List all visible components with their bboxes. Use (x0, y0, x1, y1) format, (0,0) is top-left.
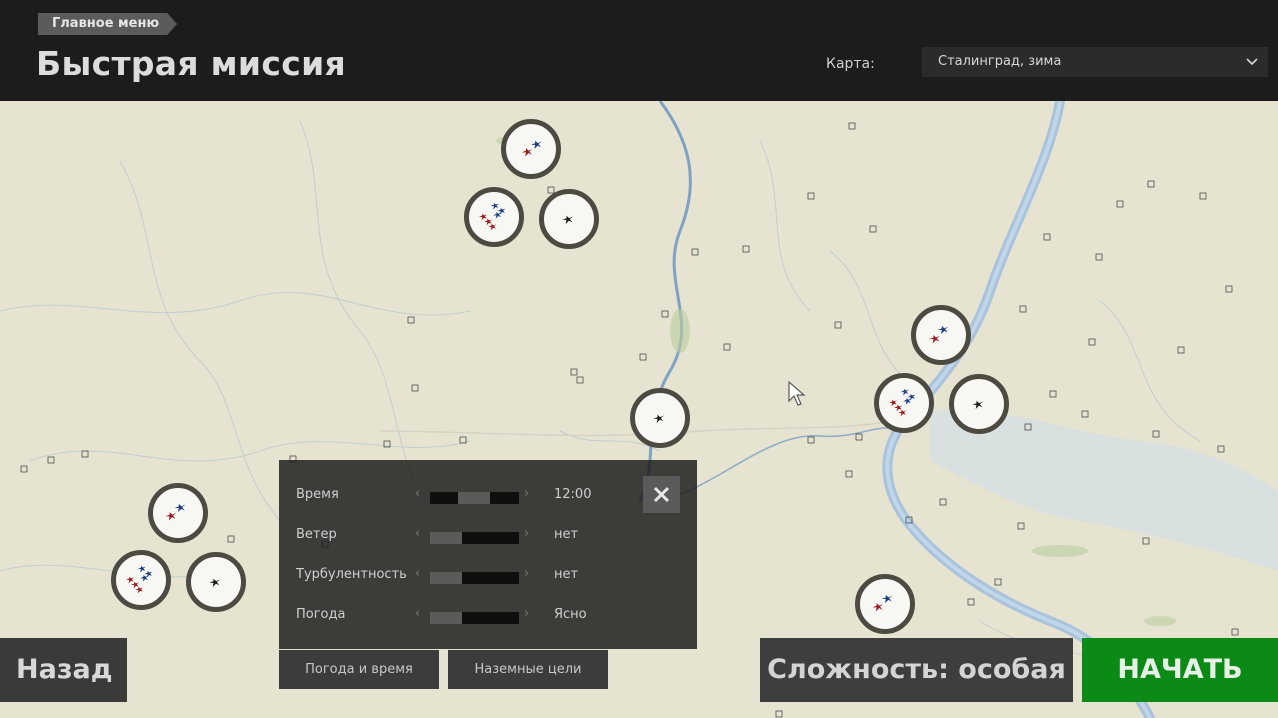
setting-label: Погода (296, 607, 346, 622)
setting-slider[interactable] (430, 572, 519, 584)
setting-row-wind: Ветер ‹ › нет (279, 521, 697, 551)
chevron-right-icon[interactable]: › (524, 526, 529, 541)
map-label: Карта: (826, 56, 875, 72)
setting-row-weather: Погода ‹ › Ясно (279, 601, 697, 631)
airfield-marker[interactable] (148, 483, 208, 543)
tab-ground-targets[interactable]: Наземные цели (448, 650, 608, 689)
difficulty-button[interactable]: Сложность: особая (760, 638, 1073, 702)
chevron-right-icon[interactable]: › (524, 566, 529, 581)
setting-value: 12:00 (554, 487, 592, 502)
mouse-cursor-icon (788, 381, 806, 406)
setting-value: нет (554, 567, 579, 582)
airfield-marker[interactable] (874, 373, 934, 433)
aircraft-icon (562, 215, 574, 224)
setting-value: Ясно (554, 607, 587, 622)
airfield-marker[interactable] (186, 552, 246, 612)
airfield-marker[interactable] (949, 374, 1009, 434)
settings-panel: Время ‹ › 12:00 Ветер ‹ › нет Турбулентн… (279, 460, 697, 649)
chevron-down-icon (1246, 58, 1258, 66)
airfield-marker[interactable] (464, 187, 524, 247)
map-select[interactable]: Сталинград, зима (922, 47, 1268, 77)
setting-slider[interactable] (430, 612, 519, 624)
setting-slider[interactable] (430, 492, 519, 504)
top-bar: Главное меню Быстрая миссия Карта: Стали… (0, 0, 1278, 101)
fighter-pair-icon (165, 503, 186, 521)
fighter-pair-icon (521, 140, 542, 157)
airfield-marker[interactable] (539, 189, 599, 249)
setting-slider[interactable] (430, 532, 519, 544)
setting-row-time: Время ‹ › 12:00 (279, 481, 697, 511)
tab-weather-time[interactable]: Погода и время (279, 650, 439, 689)
airfield-marker[interactable] (911, 305, 971, 365)
breadcrumb-main-menu[interactable]: Главное меню (38, 13, 177, 35)
airfield-marker[interactable] (111, 550, 171, 610)
squadron-icon (479, 202, 506, 231)
aircraft-icon (972, 400, 984, 409)
aircraft-icon (653, 414, 665, 423)
chevron-right-icon[interactable]: › (524, 606, 529, 621)
chevron-left-icon[interactable]: ‹ (415, 566, 420, 581)
squadron-icon (889, 388, 916, 417)
fighter-pair-icon (872, 594, 893, 612)
aircraft-icon (209, 578, 221, 587)
airfield-marker[interactable] (501, 119, 561, 179)
close-settings-button[interactable] (643, 476, 680, 513)
chevron-left-icon[interactable]: ‹ (415, 526, 420, 541)
back-button[interactable]: Назад (0, 638, 127, 702)
fighter-pair-icon (929, 325, 949, 344)
setting-label: Ветер (296, 527, 337, 542)
chevron-right-icon[interactable]: › (524, 486, 529, 501)
close-icon (653, 486, 670, 503)
setting-label: Турбулентность (296, 567, 407, 582)
setting-label: Время (296, 487, 339, 502)
map-select-value: Сталинград, зима (938, 54, 1062, 69)
page-title: Быстрая миссия (36, 44, 346, 83)
squadron-icon (126, 565, 153, 594)
airfield-marker[interactable] (630, 388, 690, 448)
setting-value: нет (554, 527, 579, 542)
chevron-left-icon[interactable]: ‹ (415, 606, 420, 621)
chevron-left-icon[interactable]: ‹ (415, 486, 420, 501)
airfield-marker[interactable] (855, 574, 915, 634)
setting-row-turbulence: Турбулентность ‹ › нет (279, 561, 697, 591)
start-button[interactable]: НАЧАТЬ (1082, 638, 1278, 702)
